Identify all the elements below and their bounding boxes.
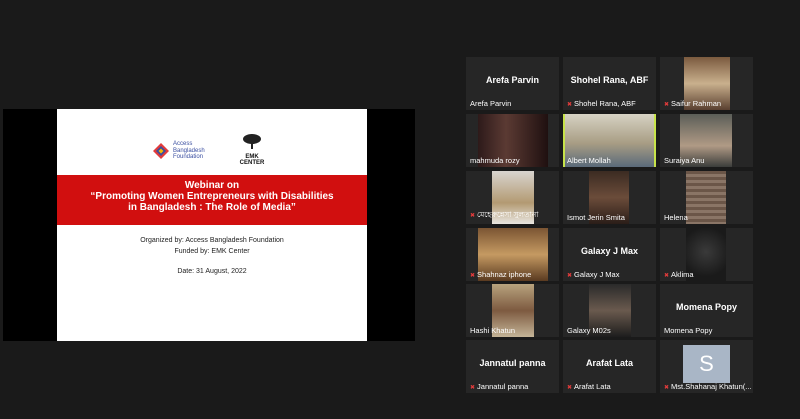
participant-name-label: ✖ মেহেরুন্নেসা সুলতানা (470, 210, 539, 219)
participant-name-label: ✖ Mst.Shahanaj Khatun(... (664, 382, 752, 391)
participant-name-label: Galaxy M02s (567, 326, 611, 335)
mic-muted-icon: ✖ (470, 273, 476, 279)
participant-name-label: Arefa Parvin (470, 99, 512, 108)
participant-name-label: Momena Popy (664, 326, 713, 335)
participant-tile[interactable]: Arefa Parvin Arefa Parvin (466, 57, 559, 110)
participant-name-label: Helena (664, 213, 688, 222)
logo-row: Access Bangladesh Foundation EMK CENTER (57, 133, 367, 169)
participant-name-label: ✖ Jannatul panna (470, 382, 529, 391)
slide-title-line2: “Promoting Women Entrepreneurs with Disa… (90, 191, 334, 202)
title-band: Webinar on “Promoting Women Entrepreneur… (57, 175, 367, 225)
participant-tile[interactable]: Hashi Khatun (466, 284, 559, 337)
participant-tile[interactable]: Jannatul panna ✖ Jannatul panna (466, 340, 559, 393)
participant-tile[interactable]: ✖ Shahnaz iphone (466, 228, 559, 281)
mic-muted-icon: ✖ (470, 213, 476, 219)
participant-tile[interactable]: ✖ মেহেরুন্নেসা সুলতানা (466, 171, 559, 224)
mic-muted-icon: ✖ (567, 385, 573, 391)
participant-tile[interactable]: ✖ Saifur Rahman (660, 57, 753, 110)
participant-display-name: Momena Popy (675, 302, 737, 312)
participant-name-label: ✖ Aklima (664, 270, 694, 279)
organized-by-text: Organized by: Access Bangladesh Foundati… (140, 237, 284, 244)
participant-tile[interactable]: ✖ Aklima (660, 228, 753, 281)
participant-tile[interactable]: Galaxy M02s (563, 284, 656, 337)
access-bangladesh-foundation-logo: Access Bangladesh Foundation (153, 139, 213, 167)
abf-logo-icon (153, 143, 169, 159)
participant-name-label: ✖ Shohel Rana, ABF (567, 99, 636, 108)
participant-name-label: Hashi Khatun (470, 326, 516, 335)
mic-muted-icon: ✖ (567, 273, 573, 279)
mic-muted-icon: ✖ (567, 102, 573, 108)
mic-muted-icon: ✖ (664, 273, 670, 279)
participant-tile[interactable]: S ✖ Mst.Shahanaj Khatun(... (660, 340, 753, 393)
participant-name-label: mahmuda rozy (470, 156, 520, 165)
funded-by-text: Funded by: EMK Center (174, 248, 250, 255)
participant-tile[interactable]: Shohel Rana, ABF ✖ Shohel Rana, ABF (563, 57, 656, 110)
slide-title-line1: Webinar on (184, 180, 240, 191)
participant-tile[interactable]: Helena (660, 171, 753, 224)
participant-tile[interactable]: Suraiya Anu (660, 114, 753, 167)
emk-center-logo: EMK CENTER (237, 133, 267, 169)
participant-tile[interactable]: Galaxy J Max ✖ Galaxy J Max (563, 228, 656, 281)
participant-tile[interactable]: Arafat Lata ✖ Arafat Lata (563, 340, 656, 393)
participant-tile[interactable]: Momena Popy Momena Popy (660, 284, 753, 337)
participant-display-name: Jannatul panna (479, 358, 546, 368)
participant-display-name: Galaxy J Max (580, 246, 639, 256)
participant-display-name: Arefa Parvin (485, 75, 540, 85)
video-feed (686, 171, 726, 224)
participant-name-label: Suraiya Anu (664, 156, 705, 165)
participant-tile[interactable]: mahmuda rozy (466, 114, 559, 167)
participant-name-label: ✖ Arafat Lata (567, 382, 611, 391)
emk-logo-text: EMK CENTER (239, 154, 265, 166)
slide-title-line3: in Bangladesh : The Role of Media” (128, 202, 296, 213)
participant-name-label: ✖ Galaxy J Max (567, 270, 620, 279)
date-text: Date: 31 August, 2022 (177, 268, 247, 275)
participant-name-label: Albert Mollah (567, 156, 611, 165)
participant-tile-active-speaker[interactable]: Albert Mollah (563, 114, 656, 167)
participant-tile[interactable]: Ismot Jerin Smita (563, 171, 656, 224)
participant-display-name: Shohel Rana, ABF (570, 75, 649, 85)
participant-name-label: Ismot Jerin Smita (567, 213, 625, 222)
participant-display-name: Arafat Lata (585, 358, 633, 368)
mic-muted-icon: ✖ (470, 385, 476, 391)
mic-muted-icon: ✖ (664, 102, 670, 108)
presentation-slide: Access Bangladesh Foundation EMK CENTER … (57, 109, 367, 341)
participant-name-label: ✖ Saifur Rahman (664, 99, 722, 108)
tree-icon (243, 134, 261, 149)
participant-avatar: S (683, 345, 730, 383)
abf-logo-text: Access Bangladesh Foundation (173, 141, 205, 160)
shared-screen: Access Bangladesh Foundation EMK CENTER … (3, 109, 415, 341)
participant-name-label: ✖ Shahnaz iphone (470, 270, 532, 279)
mic-muted-icon: ✖ (664, 385, 670, 391)
